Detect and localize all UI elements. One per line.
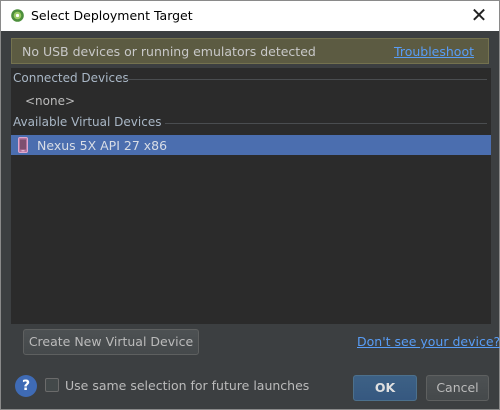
available-virtual-devices-header: Available Virtual Devices [13, 115, 489, 131]
warning-banner: No USB devices or running emulators dete… [11, 38, 489, 64]
android-studio-icon [11, 9, 24, 22]
available-virtual-devices-label: Available Virtual Devices [13, 115, 162, 129]
connected-devices-header: Connected Devices [13, 71, 489, 87]
create-new-virtual-device-button[interactable]: Create New Virtual Device [23, 329, 199, 355]
ok-button[interactable]: OK [353, 375, 417, 401]
dont-see-your-device-link[interactable]: Don't see your device? [357, 334, 500, 349]
section-divider [165, 123, 487, 124]
phone-icon [18, 137, 28, 153]
close-button[interactable]: ✕ [463, 4, 495, 28]
device-row-nexus-5x[interactable]: Nexus 5X API 27 x86 [11, 135, 491, 155]
close-icon: ✕ [470, 3, 488, 27]
connected-devices-label: Connected Devices [13, 71, 129, 85]
dialog-title: Select Deployment Target [31, 8, 193, 23]
help-icon[interactable]: ? [15, 375, 37, 397]
cancel-button[interactable]: Cancel [426, 375, 489, 401]
troubleshoot-link[interactable]: Troubleshoot [394, 44, 474, 59]
title-bar[interactable]: Select Deployment Target ✕ [1, 1, 499, 31]
device-list[interactable]: Connected Devices <none> Available Virtu… [11, 68, 491, 324]
same-selection-checkbox[interactable] [45, 378, 59, 392]
same-selection-label[interactable]: Use same selection for future launches [65, 378, 309, 393]
banner-message: No USB devices or running emulators dete… [22, 44, 316, 59]
deployment-dialog: Select Deployment Target ✕ No USB device… [0, 0, 500, 410]
section-divider [123, 79, 487, 80]
connected-devices-empty: <none> [25, 94, 76, 108]
device-label: Nexus 5X API 27 x86 [37, 138, 168, 153]
